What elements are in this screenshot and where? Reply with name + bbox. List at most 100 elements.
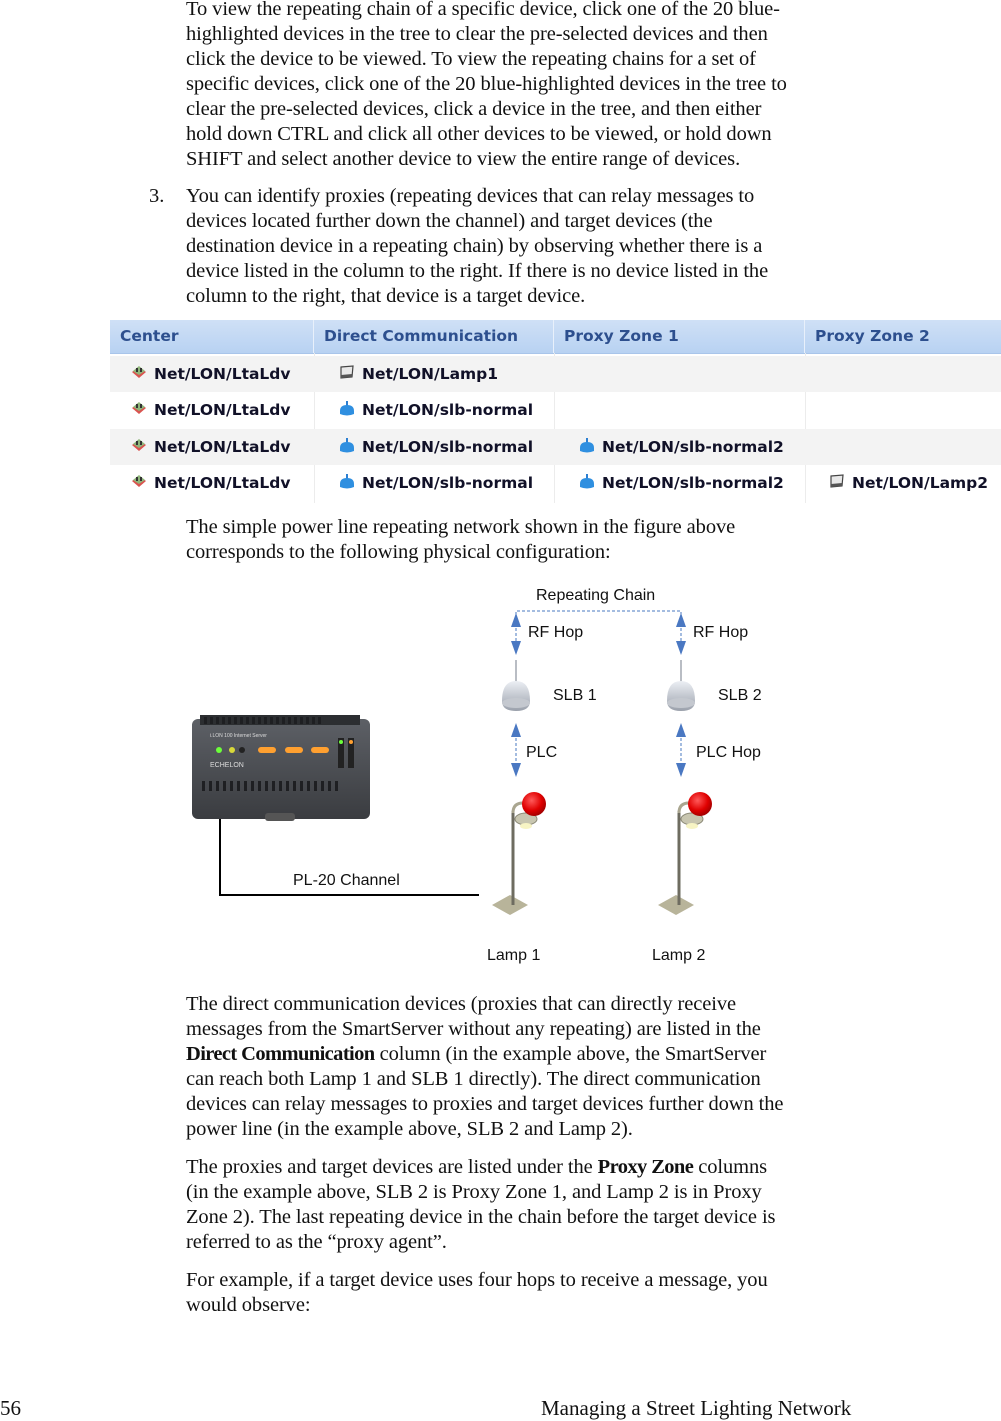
slb2-device-image <box>667 660 695 711</box>
text-line: destination device in a repeating chain)… <box>186 235 763 257</box>
text-line: can reach both Lamp 1 and SLB 1 directly… <box>186 1068 761 1090</box>
rf-hop-label-1: RF Hop <box>528 624 584 641</box>
lamp-controller-icon <box>828 468 846 488</box>
device-path: Net/LON/slb-normal2 <box>602 474 784 492</box>
table-cell[interactable]: Net/LON/Lamp1 <box>338 356 498 392</box>
text-line: To view the repeating chain of a specifi… <box>186 0 780 20</box>
lamp1-image <box>492 792 546 915</box>
bold-term-proxy-zone: Proxy Zone <box>597 1156 694 1178</box>
text-line: column to the right, that device is a ta… <box>186 285 586 307</box>
text-line: The simple power line repeating network … <box>186 516 736 538</box>
device-path: Net/LON/LtaLdv <box>154 401 291 419</box>
text-line: power line (in the example above, SLB 2 … <box>186 1118 633 1140</box>
text-line: click the device to be viewed. To view t… <box>186 48 756 70</box>
text-line: highlighted devices in the tree to clear… <box>186 23 768 45</box>
table-cell[interactable]: Net/LON/LtaLdv <box>130 465 291 501</box>
text-line: Direct Communication column (in the exam… <box>186 1043 767 1065</box>
lamp-controller-icon <box>338 359 356 379</box>
table-cell[interactable]: Net/LON/Lamp2 <box>828 465 988 501</box>
rf-hop-arrow-1 <box>511 613 521 655</box>
table-cell[interactable]: Net/LON/LtaLdv <box>130 392 291 428</box>
physical-configuration-diagram: ECHELON i.LON 100 Internet Server Repeat… <box>180 575 820 975</box>
column-header-center[interactable]: Center <box>110 320 314 353</box>
table-header: Center Direct Communication Proxy Zone 1… <box>110 320 1001 354</box>
text-line: devices located further down the channel… <box>186 210 713 232</box>
text-line: The direct communication devices (proxie… <box>186 993 736 1015</box>
smartserver-icon <box>130 468 148 487</box>
table-row[interactable]: Net/LON/LtaLdv Net/LON/Lamp1 <box>110 356 1001 392</box>
pl20-channel-label: PL-20 Channel <box>293 872 400 889</box>
text-line: specific devices, click one of the 20 bl… <box>186 73 787 95</box>
plc-hop-label: PLC Hop <box>696 744 761 761</box>
intro-paragraph: To view the repeating chain of a specifi… <box>186 0 906 172</box>
direct-communication-paragraph: The direct communication devices (proxie… <box>186 992 906 1142</box>
device-path: Net/LON/slb-normal <box>362 438 534 456</box>
rf-hop-arrow-2 <box>676 613 686 655</box>
table-row[interactable]: Net/LON/LtaLdv Net/LON/slb-normal Net/LON/… <box>110 465 1001 501</box>
device-path: Net/LON/Lamp2 <box>852 474 989 492</box>
smartserver-icon <box>130 359 148 378</box>
plc-hop-arrow-2 <box>676 723 686 777</box>
lamp2-label: Lamp 2 <box>652 947 706 964</box>
slb2-label: SLB 2 <box>718 687 762 704</box>
text-line: corresponds to the following physical co… <box>186 541 611 563</box>
slb1-label: SLB 1 <box>553 687 597 704</box>
slb-icon <box>338 468 356 489</box>
text-line: The proxies and target devices are liste… <box>186 1156 768 1178</box>
text-line: clear the pre-selected devices, click a … <box>186 98 762 120</box>
step-3-text: You can identify proxies (repeating devi… <box>186 184 906 309</box>
text-line: For example, if a target device uses fou… <box>186 1269 768 1291</box>
table-row[interactable]: Net/LON/LtaLdv Net/LON/slb-normal Net/LON/… <box>110 429 1001 465</box>
text-line: You can identify proxies (repeating devi… <box>186 185 755 207</box>
device-path: Net/LON/slb-normal2 <box>602 438 784 456</box>
step-number: 3. <box>149 185 165 207</box>
slb-icon <box>578 468 596 489</box>
table-cell[interactable]: Net/LON/LtaLdv <box>130 356 291 392</box>
page-number: 56 <box>0 1396 21 1420</box>
slb-icon <box>338 395 356 416</box>
lamp1-label: Lamp 1 <box>487 947 541 964</box>
bold-term-direct-communication: Direct Communication <box>186 1043 375 1065</box>
repeating-chain-table: Center Direct Communication Proxy Zone 1… <box>110 320 1001 503</box>
text-line: hold down CTRL and click all other devic… <box>186 123 772 145</box>
smartserver-icon <box>130 395 148 414</box>
figure-intro: The simple power line repeating network … <box>186 515 906 565</box>
column-header-direct-communication[interactable]: Direct Communication <box>314 320 554 353</box>
text-line: would observe: <box>186 1294 311 1316</box>
table-cell[interactable]: Net/LON/slb-normal2 <box>578 429 784 465</box>
proxy-zone-paragraph: The proxies and target devices are liste… <box>186 1155 906 1255</box>
device-path: Net/LON/slb-normal <box>362 474 534 492</box>
text-line: Zone 2). The last repeating device in th… <box>186 1206 776 1228</box>
rf-hop-label-2: RF Hop <box>693 624 749 641</box>
device-brand-label: ECHELON <box>210 762 244 769</box>
example-paragraph: For example, if a target device uses fou… <box>186 1268 906 1318</box>
repeating-chain-label: Repeating Chain <box>536 587 656 604</box>
slb-icon <box>338 432 356 453</box>
text-line: device listed in the column to the right… <box>186 260 769 282</box>
slb1-device-image <box>502 660 530 711</box>
device-model-label: i.LON 100 Internet Server <box>210 733 267 739</box>
table-row[interactable]: Net/LON/LtaLdv Net/LON/slb-normal <box>110 392 1001 428</box>
table-cell[interactable]: Net/LON/LtaLdv <box>130 429 291 465</box>
smartserver-device-image: ECHELON i.LON 100 Internet Server <box>192 715 370 821</box>
table-cell[interactable]: Net/LON/slb-normal <box>338 429 533 465</box>
column-header-proxy-zone-1[interactable]: Proxy Zone 1 <box>554 320 805 353</box>
plc-label: PLC <box>526 744 558 761</box>
device-path: Net/LON/LtaLdv <box>154 365 291 383</box>
text-line: SHIFT and select another device to view … <box>186 148 741 170</box>
table-cell[interactable]: Net/LON/slb-normal <box>338 392 533 428</box>
device-path: Net/LON/Lamp1 <box>362 365 499 383</box>
smartserver-icon <box>130 432 148 451</box>
text-line: messages from the SmartServer without an… <box>186 1018 761 1040</box>
table-cell[interactable]: Net/LON/slb-normal <box>338 465 533 501</box>
column-header-proxy-zone-2[interactable]: Proxy Zone 2 <box>805 320 1001 353</box>
text-line: devices can relay messages to proxies an… <box>186 1093 784 1115</box>
chapter-title: Managing a Street Lighting Network <box>541 1396 852 1420</box>
device-path: Net/LON/slb-normal <box>362 401 534 419</box>
device-path: Net/LON/LtaLdv <box>154 438 291 456</box>
text-line: (in the example above, SLB 2 is Proxy Zo… <box>186 1181 762 1203</box>
table-cell[interactable]: Net/LON/slb-normal2 <box>578 465 784 501</box>
plc-arrow-1 <box>511 723 521 777</box>
repeating-chain-bracket <box>515 610 682 625</box>
slb-icon <box>578 432 596 453</box>
